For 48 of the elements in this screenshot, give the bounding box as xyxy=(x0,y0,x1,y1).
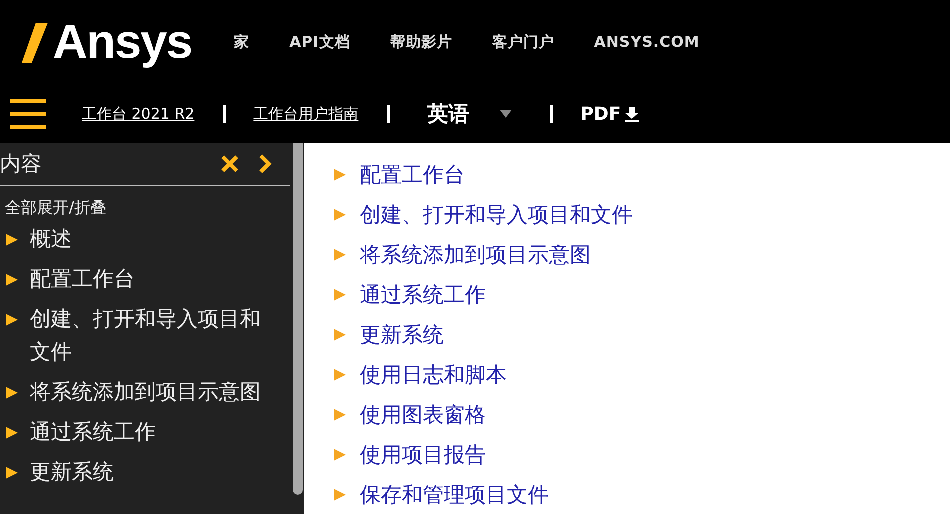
triangle-icon xyxy=(334,169,346,181)
triangle-icon xyxy=(6,314,18,326)
chevron-right-icon[interactable] xyxy=(258,154,272,174)
triangle-icon xyxy=(6,274,18,286)
topic-link[interactable]: 保存和管理项目文件 xyxy=(360,481,549,509)
topic-link[interactable]: 使用图表窗格 xyxy=(360,401,486,429)
triangle-icon xyxy=(334,249,346,261)
menu-icon[interactable] xyxy=(10,99,46,129)
triangle-icon xyxy=(334,329,346,341)
nav-link[interactable]: 家 xyxy=(234,33,250,52)
nav-link[interactable]: 客户门户 xyxy=(492,33,554,52)
sidebar-title: 内容 xyxy=(0,151,43,178)
breadcrumb-link[interactable]: 工作台 2021 R2 xyxy=(82,104,195,124)
scrollbar-thumb[interactable] xyxy=(293,143,303,495)
triangle-icon xyxy=(334,409,346,421)
triangle-icon xyxy=(6,467,18,479)
triangle-icon xyxy=(334,289,346,301)
triangle-icon xyxy=(334,449,346,461)
nav-link[interactable]: 帮助影片 xyxy=(390,33,452,52)
language-select[interactable]: 英语 xyxy=(428,100,470,128)
nav-link[interactable]: API文档 xyxy=(290,33,350,52)
triangle-icon xyxy=(6,387,18,399)
topic-link[interactable]: 更新系统 xyxy=(360,321,444,349)
close-icon[interactable] xyxy=(220,154,240,174)
triangle-icon xyxy=(6,234,18,246)
topic-link[interactable]: 使用项目报告 xyxy=(360,441,486,469)
toc-item[interactable]: 更新系统 xyxy=(30,456,114,489)
ansys-logo[interactable]: Ansys xyxy=(22,15,192,70)
toc-item[interactable]: 将系统添加到项目示意图 xyxy=(30,376,261,409)
nav-link[interactable]: ANSYS.COM xyxy=(594,33,700,52)
topic-link[interactable]: 将系统添加到项目示意图 xyxy=(360,241,591,269)
caret-icon[interactable] xyxy=(500,110,512,118)
download-icon xyxy=(624,105,640,123)
pdf-button[interactable]: PDF xyxy=(580,104,640,124)
topic-link[interactable]: 使用日志和脚本 xyxy=(360,361,507,389)
toc-item[interactable]: 配置工作台 xyxy=(30,263,135,296)
triangle-icon xyxy=(6,427,18,439)
expand-collapse-link[interactable]: 全部展开/折叠 xyxy=(0,186,290,223)
breadcrumb-link[interactable]: 工作台用户指南 xyxy=(254,104,359,124)
topic-link[interactable]: 通过系统工作 xyxy=(360,281,486,309)
toc-item[interactable]: 通过系统工作 xyxy=(30,416,156,449)
triangle-icon xyxy=(334,369,346,381)
toc-item[interactable]: 创建、打开和导入项目和文件 xyxy=(30,303,270,369)
triangle-icon xyxy=(334,209,346,221)
triangle-icon xyxy=(334,489,346,501)
toc-item[interactable]: 概述 xyxy=(30,223,72,256)
topic-link[interactable]: 配置工作台 xyxy=(360,161,465,189)
topic-link[interactable]: 创建、打开和导入项目和文件 xyxy=(360,201,633,229)
